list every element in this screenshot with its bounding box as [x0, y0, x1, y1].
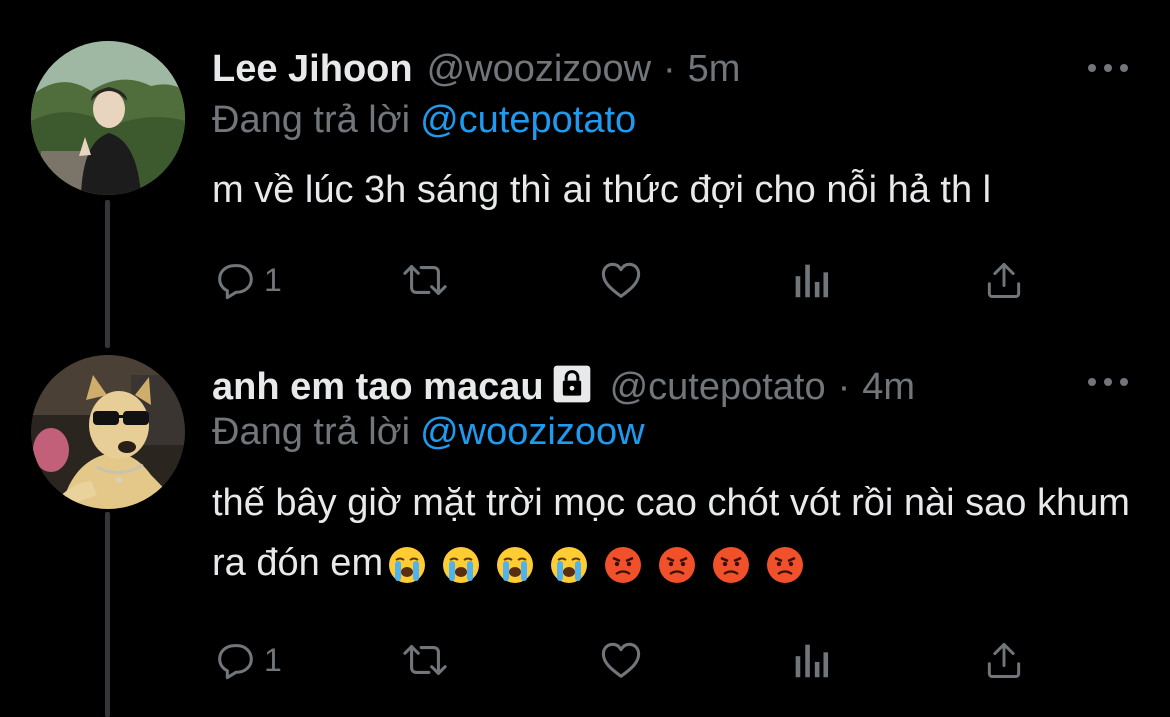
- analytics-button[interactable]: [790, 255, 832, 305]
- loudly-crying-face-emoji: [551, 546, 588, 583]
- heart-icon: [601, 262, 641, 298]
- avatar[interactable]: [31, 41, 185, 195]
- user-handle[interactable]: @cutepotato: [610, 365, 826, 409]
- share-icon: [987, 642, 1021, 678]
- replying-label: Đang trả lời: [212, 99, 411, 141]
- angry-face-emoji: [713, 546, 750, 583]
- angry-face-emoji: [659, 546, 696, 583]
- analytics-icon: [795, 644, 829, 678]
- loudly-crying-face-emoji: [497, 546, 534, 583]
- retweet-button[interactable]: [400, 255, 450, 305]
- like-button[interactable]: [597, 635, 645, 685]
- share-button[interactable]: [982, 255, 1026, 305]
- lock-icon: [552, 364, 592, 414]
- loudly-crying-face-emoji: [389, 546, 426, 583]
- tweet[interactable]: Lee Jihoon @woozizoow · 5m Đang trả lời @…: [0, 0, 1170, 345]
- share-button[interactable]: [982, 635, 1026, 685]
- tweet-header: anh em tao macau @cutepotato · 4m: [212, 362, 915, 412]
- analytics-icon: [795, 264, 829, 298]
- heart-icon: [601, 642, 641, 678]
- retweet-button[interactable]: [400, 635, 450, 685]
- user-handle[interactable]: @woozizoow: [427, 47, 651, 91]
- tweet-text: thế bây giờ mặt trời mọc cao chót vót rồ…: [212, 473, 1132, 593]
- separator: ·: [837, 366, 851, 408]
- timestamp[interactable]: 4m: [862, 365, 915, 409]
- display-name[interactable]: anh em tao macau: [212, 365, 544, 409]
- tweet-actions: 1: [212, 255, 1032, 305]
- tweet-text: m về lúc 3h sáng thì ai thức đợi cho nỗi…: [212, 169, 992, 211]
- reply-button[interactable]: 1: [212, 635, 282, 685]
- tweet-header: Lee Jihoon @woozizoow · 5m: [212, 47, 740, 91]
- retweet-icon: [403, 645, 447, 675]
- avatar[interactable]: [31, 355, 185, 509]
- reply-count: 1: [264, 641, 282, 678]
- like-button[interactable]: [597, 255, 645, 305]
- angry-face-emoji: [767, 546, 804, 583]
- reply-icon: [218, 644, 253, 680]
- loudly-crying-face-emoji: [443, 546, 480, 583]
- angry-face-emoji: [605, 546, 642, 583]
- reply-icon: [218, 264, 253, 300]
- emoji-row: [387, 545, 805, 585]
- tweet-actions: 1: [212, 635, 1032, 685]
- separator: ·: [663, 48, 676, 90]
- replying-to-mention[interactable]: @woozizoow: [420, 411, 644, 453]
- reply-button[interactable]: 1: [212, 255, 282, 305]
- replying-label: Đang trả lời: [212, 411, 411, 453]
- display-name[interactable]: Lee Jihoon: [212, 47, 413, 91]
- share-icon: [987, 262, 1021, 298]
- replying-to: Đang trả lời @cutepotato: [212, 98, 636, 142]
- tweet[interactable]: anh em tao macau @cutepotato · 4m Đang t…: [0, 345, 1170, 717]
- analytics-button[interactable]: [790, 635, 832, 685]
- replying-to: Đang trả lời @woozizoow: [212, 410, 645, 454]
- timestamp[interactable]: 5m: [688, 47, 741, 91]
- reply-count: 1: [264, 261, 282, 298]
- retweet-icon: [403, 265, 447, 295]
- more-options-icon[interactable]: [1088, 58, 1128, 78]
- more-options-icon[interactable]: [1088, 372, 1128, 392]
- replying-to-mention[interactable]: @cutepotato: [420, 99, 636, 141]
